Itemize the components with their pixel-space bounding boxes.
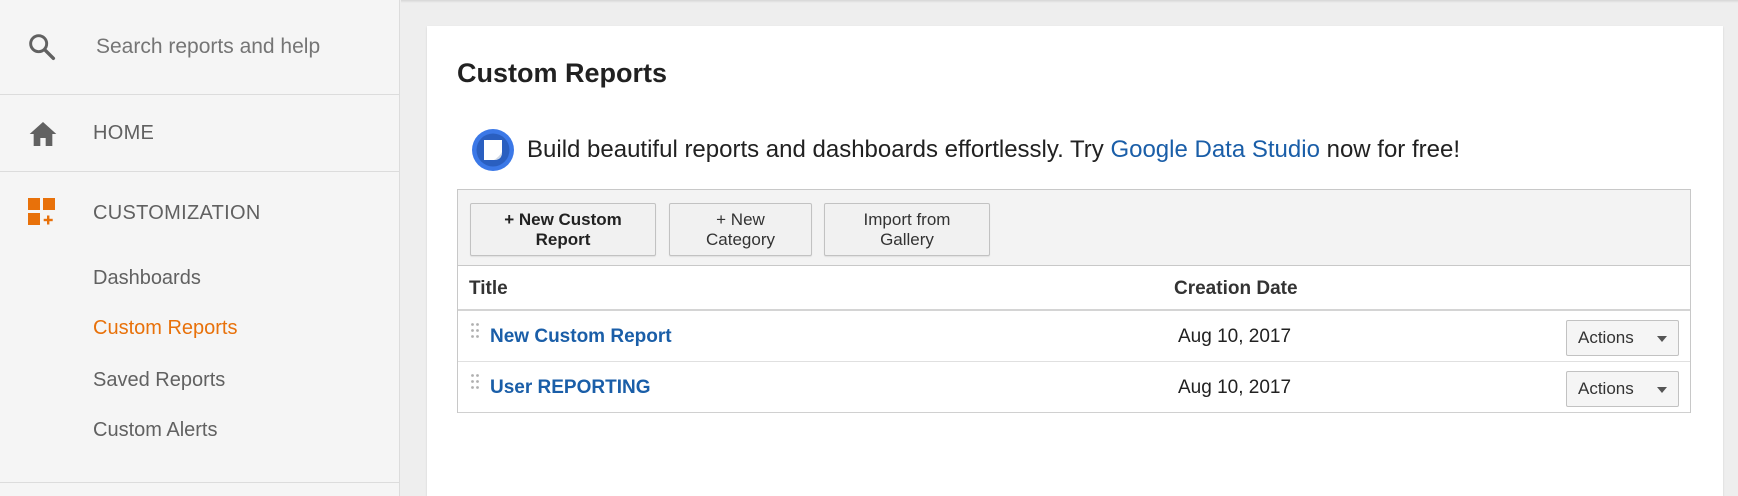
nav-dashboards[interactable]: Dashboards [93,267,201,290]
report-link[interactable]: User REPORTING [490,377,650,399]
promo-text-before: Build beautiful reports and dashboards e… [527,136,1111,163]
drag-handle-icon[interactable] [470,373,480,395]
page-title: Custom Reports [457,58,668,88]
nav-home[interactable]: HOME [0,96,400,172]
search-row [0,0,400,95]
promo-text: Build beautiful reports and dashboards e… [527,136,1460,164]
caret-down-icon [1657,336,1667,342]
customization-icon [28,198,55,225]
home-icon [29,122,57,146]
sidebar-divider [0,482,400,483]
main-card: Custom Reports Build beautiful reports a… [427,26,1723,496]
column-header-creation-date[interactable]: Creation Date [1174,278,1298,300]
reports-table: Title Creation Date New Custom Report Au… [457,266,1691,413]
search-input[interactable] [96,30,376,64]
nav-customization-label: CUSTOMIZATION [93,202,261,224]
column-header-title[interactable]: Title [469,278,508,300]
data-studio-icon [472,129,514,171]
new-custom-report-button[interactable]: + New Custom Report [470,203,656,256]
reports-toolbar: + New Custom Report + New Category Impor… [457,189,1691,266]
search-icon[interactable] [26,31,58,63]
promo-text-after: now for free! [1319,136,1460,163]
data-studio-link[interactable]: Google Data Studio [1110,136,1319,163]
actions-label: Actions [1578,328,1634,347]
report-link[interactable]: New Custom Report [490,326,672,348]
sidebar: HOME CUSTOMIZATION Dashboards Custom Rep… [0,0,400,496]
nav-home-label: HOME [93,122,155,144]
actions-dropdown[interactable]: Actions [1566,371,1679,407]
nav-customization[interactable]: CUSTOMIZATION [0,173,400,233]
nav-saved-reports[interactable]: Saved Reports [93,369,225,392]
creation-date: Aug 10, 2017 [1178,377,1292,398]
import-from-gallery-button[interactable]: Import from Gallery [824,203,990,256]
table-row: New Custom Report Aug 10, 2017 Actions [458,311,1690,362]
table-header: Title Creation Date [458,266,1690,311]
nav-custom-reports[interactable]: Custom Reports [93,317,238,340]
caret-down-icon [1657,387,1667,393]
top-shadow [401,0,1738,3]
new-category-button[interactable]: + New Category [669,203,812,256]
creation-date: Aug 10, 2017 [1178,326,1292,347]
actions-dropdown[interactable]: Actions [1566,320,1679,356]
actions-label: Actions [1578,379,1634,398]
drag-handle-icon[interactable] [470,322,480,344]
promo-banner: Build beautiful reports and dashboards e… [471,126,1460,174]
nav-custom-alerts[interactable]: Custom Alerts [93,419,217,442]
table-row: User REPORTING Aug 10, 2017 Actions [458,362,1690,413]
